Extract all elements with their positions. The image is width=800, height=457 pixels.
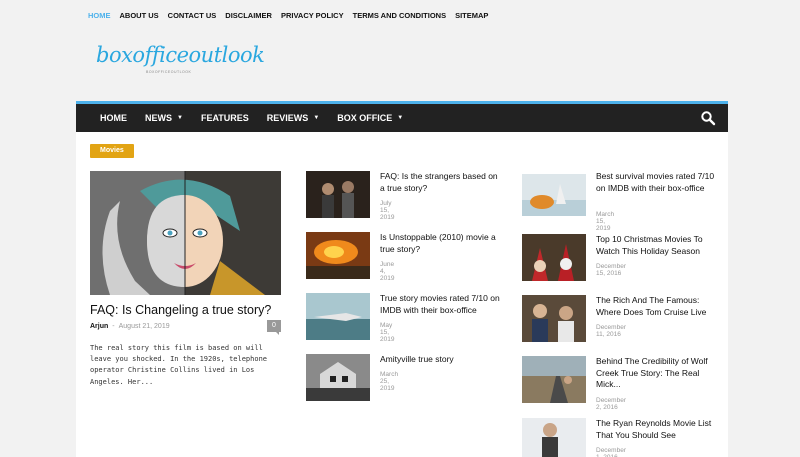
post-title[interactable]: The Ryan Reynolds Movie List That You Sh…	[596, 418, 720, 441]
nav-features[interactable]: FEATURES	[201, 113, 249, 123]
post-date: May 15, 2019	[380, 322, 395, 343]
post-thumbnail[interactable]	[306, 171, 370, 218]
logo-tagline: BOXOFFICEOUTLOOK	[146, 70, 192, 74]
chevron-down-icon: ▼	[313, 115, 320, 121]
nav-box-office[interactable]: BOX OFFICE ▼	[337, 113, 403, 123]
featured-author[interactable]: Arjun	[90, 323, 108, 330]
nav-features-label: FEATURES	[200, 113, 249, 123]
nav-box-office-label: BOX OFFICE	[337, 113, 393, 123]
logo-text: boxofficeoutlook	[96, 43, 265, 67]
nav-news[interactable]: NEWS ▼	[145, 113, 183, 123]
nav-reviews[interactable]: REVIEWS ▼	[267, 113, 319, 123]
featured-title[interactable]: FAQ: Is Changeling a true story?	[90, 303, 290, 317]
content-container: HOME NEWS ▼ FEATURES REVIEWS ▼ BOX OFFICE ▼…	[76, 101, 728, 457]
featured-meta: Arjun - August 21, 2019	[90, 323, 170, 330]
top-menu-contact-us[interactable]: CONTACT US	[168, 11, 217, 20]
top-menu-disclaimer[interactable]: DISCLAIMER	[225, 11, 272, 20]
top-menu-home[interactable]: HOME	[88, 11, 111, 20]
post-date: December 11, 2016	[596, 324, 626, 338]
post-title[interactable]: Top 10 Christmas Movies To Watch This Ho…	[596, 234, 720, 257]
post-title[interactable]: Best survival movies rated 7/10 on IMDB …	[596, 171, 720, 194]
featured-date: August 21, 2019	[118, 323, 170, 330]
post-thumbnail[interactable]	[306, 354, 370, 401]
featured-excerpt: The real story this film is based on wil…	[90, 344, 268, 386]
site-logo[interactable]: boxofficeoutlook BOXOFFICEOUTLOOK	[96, 40, 265, 80]
top-menu-terms[interactable]: TERMS AND CONDITIONS	[353, 11, 446, 20]
top-menu-sitemap[interactable]: SITEMAP	[455, 11, 488, 20]
post-date: December 15, 2016	[596, 263, 626, 277]
post-thumbnail[interactable]	[306, 293, 370, 340]
chevron-down-icon: ▼	[397, 115, 404, 121]
post-title[interactable]: The Rich And The Famous: Where Does Tom …	[596, 295, 720, 318]
post-date: June 4, 2019	[380, 261, 395, 282]
post-title[interactable]: Behind The Credibility of Wolf Creek Tru…	[596, 356, 720, 391]
post-date: December 1, 2016	[596, 447, 626, 457]
post-title[interactable]: Amityville true story	[380, 354, 504, 366]
post-thumbnail[interactable]	[306, 232, 370, 279]
post-date: March 25, 2019	[380, 371, 399, 392]
top-menu-about-us[interactable]: ABOUT US	[120, 11, 159, 20]
post-thumbnail[interactable]	[522, 356, 586, 403]
post-thumbnail[interactable]	[522, 418, 586, 457]
comment-count[interactable]: 0	[267, 320, 281, 335]
main-nav: HOME NEWS ▼ FEATURES REVIEWS ▼ BOX OFFICE ▼	[76, 101, 728, 132]
post-title[interactable]: True story movies rated 7/10 on IMDB wit…	[380, 293, 504, 316]
nav-reviews-label: REVIEWS	[266, 113, 309, 123]
search-icon[interactable]	[700, 110, 716, 126]
chevron-down-icon: ▼	[177, 115, 183, 121]
featured-illustration	[90, 171, 281, 295]
post-date: July 15, 2019	[380, 200, 395, 221]
top-menu: HOME ABOUT US CONTACT US DISCLAIMER PRIV…	[88, 11, 488, 20]
meta-separator: -	[112, 323, 115, 330]
post-thumbnail[interactable]	[522, 234, 586, 281]
post-thumbnail[interactable]	[522, 295, 586, 342]
nav-news-label: NEWS	[145, 113, 172, 123]
post-date: December 2, 2016	[596, 397, 626, 411]
post-date: March 15, 2019	[596, 211, 615, 232]
featured-image[interactable]	[90, 171, 281, 295]
nav-home-label: HOME	[100, 113, 127, 123]
post-thumbnail[interactable]	[522, 174, 586, 216]
nav-home[interactable]: HOME	[100, 113, 127, 123]
post-title[interactable]: Is Unstoppable (2010) movie a true story…	[380, 232, 504, 255]
top-menu-privacy-policy[interactable]: PRIVACY POLICY	[281, 11, 344, 20]
category-badge[interactable]: Movies	[90, 144, 134, 158]
post-title[interactable]: FAQ: Is the strangers based on a true st…	[380, 171, 504, 194]
